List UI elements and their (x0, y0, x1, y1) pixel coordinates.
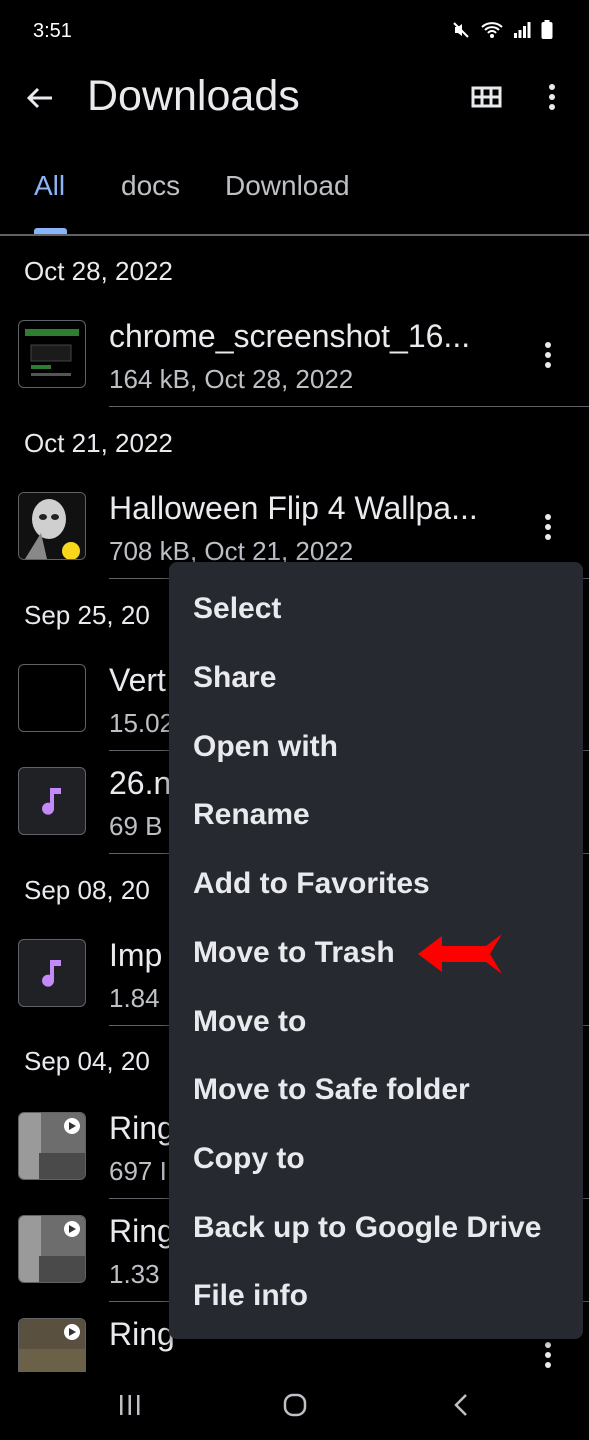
file-name: chrome_screenshot_16... (109, 318, 471, 354)
grid-view-icon (471, 86, 502, 108)
music-note-icon (42, 788, 61, 815)
menu-item-copy-to[interactable]: Copy to (193, 1142, 305, 1176)
audio-thumbnail (18, 939, 86, 1007)
file-more-button[interactable] (538, 1340, 558, 1370)
back-nav-icon (454, 1394, 467, 1416)
section-date-header: Sep 04, 20 (24, 1046, 150, 1076)
menu-item-add-to-favorites[interactable]: Add to Favorites (193, 867, 430, 901)
row-divider (109, 406, 589, 407)
battery-icon (541, 20, 553, 39)
wifi-icon (481, 22, 503, 38)
menu-item-rename[interactable]: Rename (193, 798, 310, 832)
file-meta: 1.33 (109, 1259, 160, 1289)
context-menu: Select Share Open with Rename Add to Fav… (169, 562, 583, 1339)
tab-download[interactable]: Download (225, 170, 350, 202)
video-thumbnail (18, 1112, 86, 1180)
arrow-back-icon (26, 87, 52, 109)
tab-indicator (34, 228, 67, 234)
file-more-button[interactable] (538, 512, 558, 542)
file-meta: 15.02 (109, 708, 175, 738)
file-name: 26.n (109, 765, 172, 801)
file-row[interactable]: chrome_screenshot_16... 164 kB, Oct 28, … (0, 318, 589, 418)
menu-item-move-to-trash[interactable]: Move to Trash (193, 936, 395, 970)
signal-icon (514, 22, 531, 38)
section-date-header: Oct 28, 2022 (24, 256, 173, 286)
file-name: Ring (109, 1213, 175, 1249)
menu-item-file-info[interactable]: File info (193, 1279, 308, 1313)
music-note-icon (42, 960, 61, 987)
file-name: Halloween Flip 4 Wallpa... (109, 490, 478, 526)
home-icon (283, 1393, 307, 1417)
grid-view-button[interactable] (470, 80, 504, 114)
status-bar: 3:51 (0, 0, 589, 64)
file-name: Imp (109, 937, 163, 973)
mute-icon (453, 22, 469, 38)
menu-item-share[interactable]: Share (193, 661, 276, 695)
tab-bar: All docs Download (0, 150, 589, 236)
tab-all[interactable]: All (34, 170, 65, 202)
file-name: Ring (109, 1316, 175, 1352)
more-vert-icon (549, 84, 555, 110)
tab-docs[interactable]: docs (121, 170, 180, 202)
home-button[interactable] (282, 1392, 308, 1423)
file-name: Vert (109, 662, 166, 698)
audio-thumbnail (18, 767, 86, 835)
back-button[interactable] (22, 80, 58, 116)
file-meta: 164 kB, Oct 28, 2022 (109, 364, 354, 394)
status-time: 3:51 (33, 20, 72, 42)
more-options-button[interactable] (538, 80, 566, 114)
navigation-bar (0, 1372, 589, 1440)
file-meta: 69 B (109, 811, 163, 841)
recents-icon (120, 1395, 140, 1415)
blank-thumbnail (18, 664, 86, 732)
status-icons (451, 20, 553, 40)
menu-item-move-to[interactable]: Move to (193, 1005, 306, 1039)
section-date-header: Oct 21, 2022 (24, 428, 173, 458)
section-date-header: Sep 08, 20 (24, 875, 150, 905)
more-vert-icon (545, 342, 551, 368)
section-date-header: Sep 25, 20 (24, 600, 150, 630)
video-thumbnail (18, 1215, 86, 1283)
menu-item-select[interactable]: Select (193, 592, 281, 626)
recents-button[interactable] (117, 1392, 143, 1423)
more-vert-icon (545, 514, 551, 540)
more-vert-icon (545, 1342, 551, 1368)
menu-item-open-with[interactable]: Open with (193, 730, 338, 764)
app-bar: Downloads (0, 64, 589, 136)
page-title: Downloads (87, 72, 300, 120)
back-nav-button[interactable] (450, 1392, 474, 1423)
menu-item-move-to-safe-folder[interactable]: Move to Safe folder (193, 1073, 470, 1107)
annotation-arrow-icon (418, 934, 502, 974)
video-thumbnail (18, 1318, 86, 1372)
file-meta: 697 I (109, 1156, 167, 1186)
file-meta: 1.84 (109, 983, 160, 1013)
screenshot-thumbnail (18, 320, 86, 388)
menu-item-back-up-to-google-drive[interactable]: Back up to Google Drive (193, 1211, 541, 1245)
wallpaper-thumbnail (18, 492, 86, 560)
file-more-button[interactable] (538, 340, 558, 370)
file-name: Ring (109, 1110, 175, 1146)
